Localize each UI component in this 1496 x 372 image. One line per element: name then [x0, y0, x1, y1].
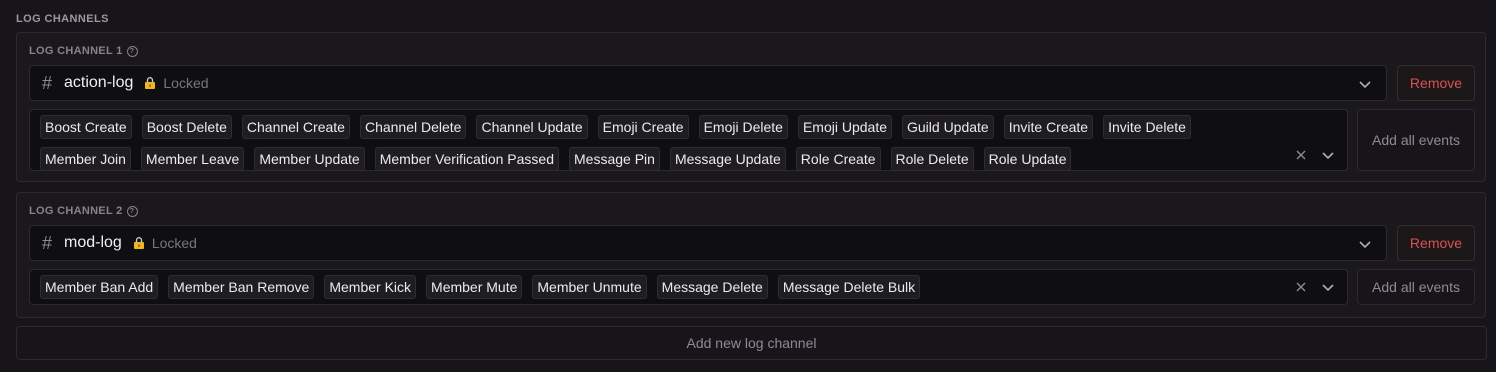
chevron-down-icon[interactable]: [1358, 77, 1372, 91]
help-icon[interactable]: ?: [126, 45, 138, 57]
channel-select[interactable]: # action-log Locked: [29, 65, 1387, 101]
log-channel-title: LOG CHANNEL 2: [29, 205, 123, 217]
section-title: LOG CHANNELS: [16, 13, 109, 25]
lock-icon: [133, 237, 144, 249]
event-tag[interactable]: Channel Create: [241, 115, 350, 139]
log-channel-label: LOG CHANNEL 2 ?: [29, 205, 138, 217]
hash-icon: #: [42, 232, 53, 253]
log-channel-title: LOG CHANNEL 1: [29, 45, 123, 57]
remove-button[interactable]: Remove: [1397, 65, 1475, 101]
event-tag[interactable]: Role Update: [983, 147, 1072, 171]
event-tag[interactable]: Member Update: [254, 147, 365, 171]
event-tag[interactable]: Role Create: [795, 147, 881, 171]
log-channel-panel-2: LOG CHANNEL 2 ? # mod-log Locked Remove …: [16, 192, 1486, 318]
event-tag[interactable]: Boost Delete: [141, 115, 232, 139]
close-icon[interactable]: [1295, 281, 1307, 293]
help-icon[interactable]: ?: [126, 205, 138, 217]
event-tags: Member Ban Add Member Ban Remove Member Ki…: [40, 275, 1287, 299]
event-tags: Boost Create Boost Delete Channel Create Ch…: [40, 115, 1287, 171]
events-multiselect[interactable]: Boost Create Boost Delete Channel Create Ch…: [29, 109, 1348, 171]
log-channel-panel-1: LOG CHANNEL 1 ? # action-log Locked Remo…: [16, 32, 1486, 182]
add-all-events-button[interactable]: Add all events: [1357, 109, 1475, 171]
event-tag[interactable]: Channel Update: [476, 115, 588, 139]
event-tag[interactable]: Member Kick: [324, 275, 417, 299]
locked-status: Locked: [163, 75, 209, 91]
channel-name: mod-log: [64, 234, 122, 251]
chevron-down-icon[interactable]: [1321, 148, 1335, 162]
locked-status: Locked: [151, 235, 197, 251]
close-icon[interactable]: [1295, 149, 1307, 161]
add-all-events-button[interactable]: Add all events: [1357, 269, 1475, 305]
channel-name: action-log: [64, 74, 134, 91]
chevron-down-icon[interactable]: [1358, 237, 1372, 251]
event-tag[interactable]: Emoji Update: [797, 115, 892, 139]
event-tag[interactable]: Member Ban Add: [40, 275, 159, 299]
event-tag[interactable]: Message Delete Bulk: [777, 275, 921, 299]
event-tag[interactable]: Invite Delete: [1103, 115, 1191, 139]
log-channel-label: LOG CHANNEL 1 ?: [29, 45, 138, 57]
chevron-down-icon[interactable]: [1321, 280, 1335, 294]
add-new-log-channel-button[interactable]: Add new log channel: [16, 326, 1487, 360]
event-tag[interactable]: Member Ban Remove: [168, 275, 315, 299]
remove-button[interactable]: Remove: [1397, 225, 1475, 261]
event-tag[interactable]: Message Update: [669, 147, 786, 171]
event-tag[interactable]: Member Mute: [426, 275, 523, 299]
events-multiselect[interactable]: Member Ban Add Member Ban Remove Member Ki…: [29, 269, 1348, 305]
event-tag[interactable]: Message Delete: [656, 275, 768, 299]
event-tag[interactable]: Member Leave: [140, 147, 245, 171]
event-tag[interactable]: Guild Update: [902, 115, 994, 139]
event-tag[interactable]: Message Pin: [569, 147, 660, 171]
event-tag[interactable]: Emoji Delete: [698, 115, 788, 139]
event-tag[interactable]: Member Verification Passed: [374, 147, 560, 171]
event-tag[interactable]: Emoji Create: [597, 115, 689, 139]
event-tag[interactable]: Member Join: [40, 147, 131, 171]
channel-select[interactable]: # mod-log Locked: [29, 225, 1387, 261]
event-tag[interactable]: Member Unmute: [532, 275, 647, 299]
event-tag[interactable]: Channel Delete: [359, 115, 467, 139]
lock-icon: [145, 77, 156, 89]
event-tag[interactable]: Role Delete: [890, 147, 974, 171]
event-tag[interactable]: Boost Create: [40, 115, 132, 139]
hash-icon: #: [42, 72, 53, 93]
event-tag[interactable]: Invite Create: [1003, 115, 1094, 139]
